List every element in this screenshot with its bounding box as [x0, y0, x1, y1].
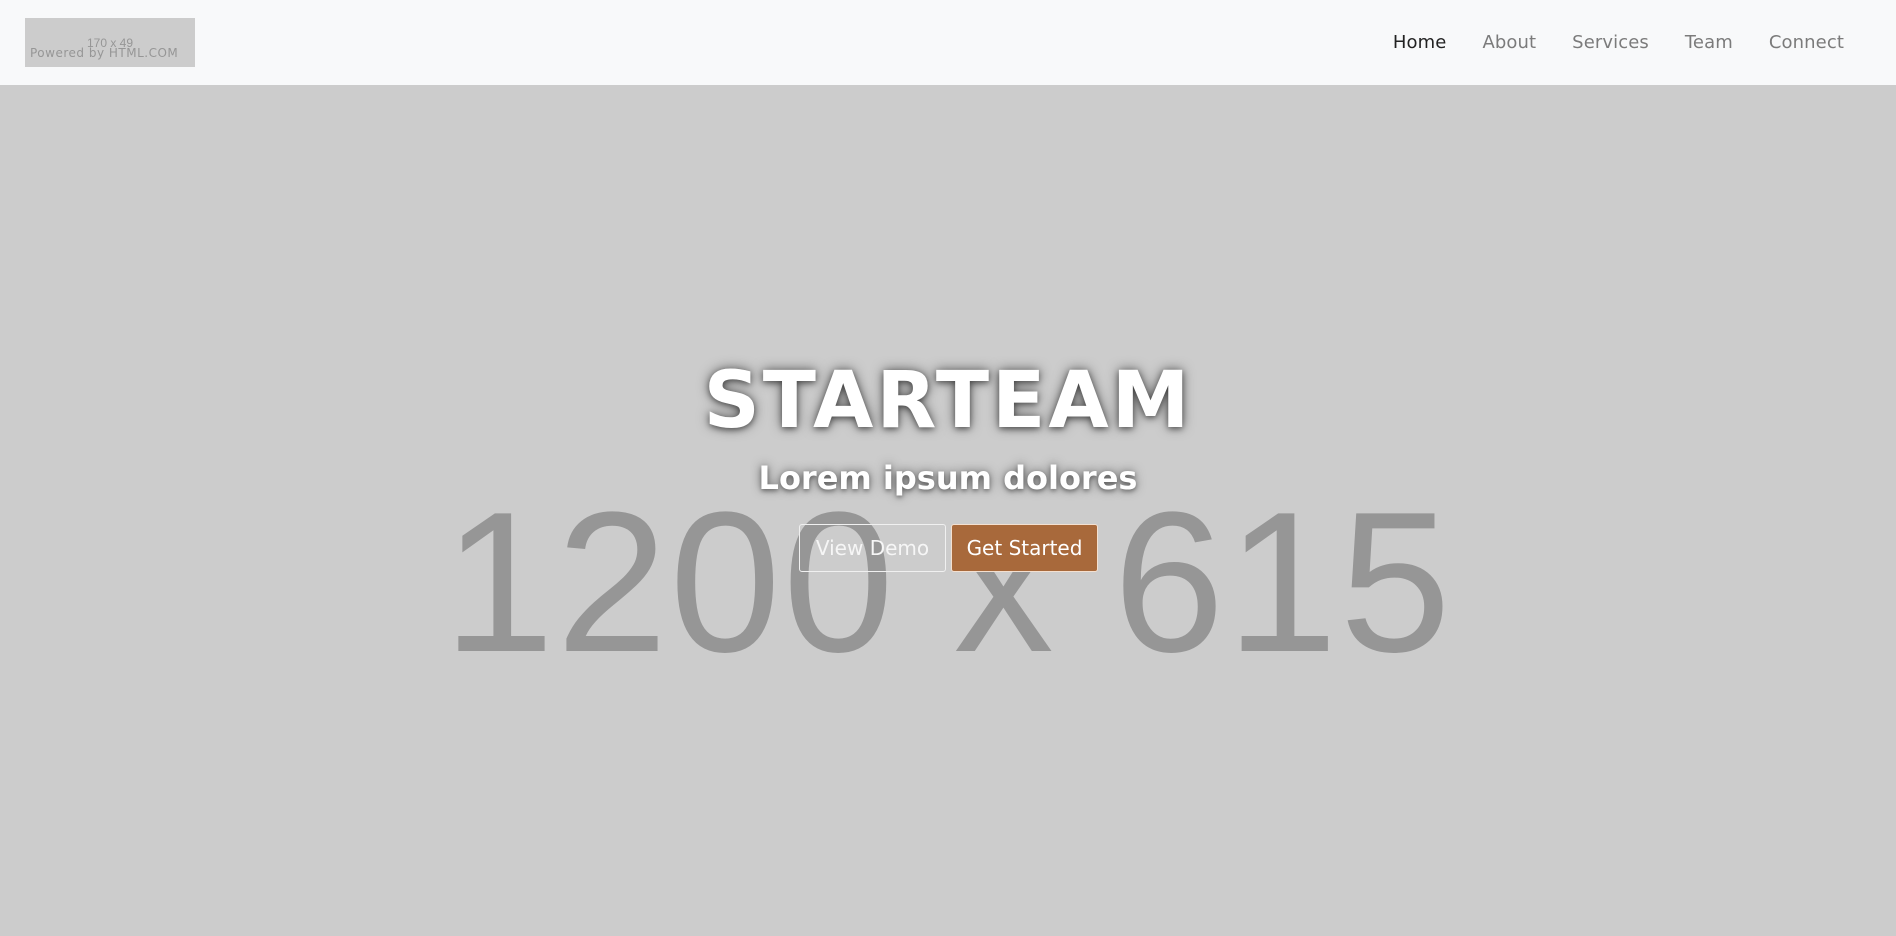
nav-link-team[interactable]: Team — [1685, 32, 1733, 53]
view-demo-button[interactable]: View Demo — [799, 524, 946, 572]
hero-title: STARTEAM — [703, 356, 1193, 446]
hero-buttons: View Demo Get Started — [799, 524, 1098, 572]
nav-link-about[interactable]: About — [1482, 32, 1536, 53]
hero-subtitle: Lorem ipsum dolores — [758, 459, 1138, 497]
nav-link-services[interactable]: Services — [1572, 32, 1649, 53]
hero-placeholder-text: 1200 x 615 — [443, 471, 1453, 694]
powered-by-text: Powered by HTML.COM — [30, 45, 179, 60]
navbar: 170 x 49 Powered by HTML.COM Home About … — [0, 0, 1896, 85]
nav-link-connect[interactable]: Connect — [1769, 32, 1844, 53]
hero-section: 1200 x 615 STARTEAM Lorem ipsum dolores … — [0, 85, 1896, 936]
main-nav: Home About Services Team Connect — [1393, 32, 1844, 53]
brand-logo[interactable]: 170 x 49 Powered by HTML.COM — [25, 17, 195, 67]
nav-link-home[interactable]: Home — [1393, 32, 1447, 53]
get-started-button[interactable]: Get Started — [951, 524, 1098, 572]
